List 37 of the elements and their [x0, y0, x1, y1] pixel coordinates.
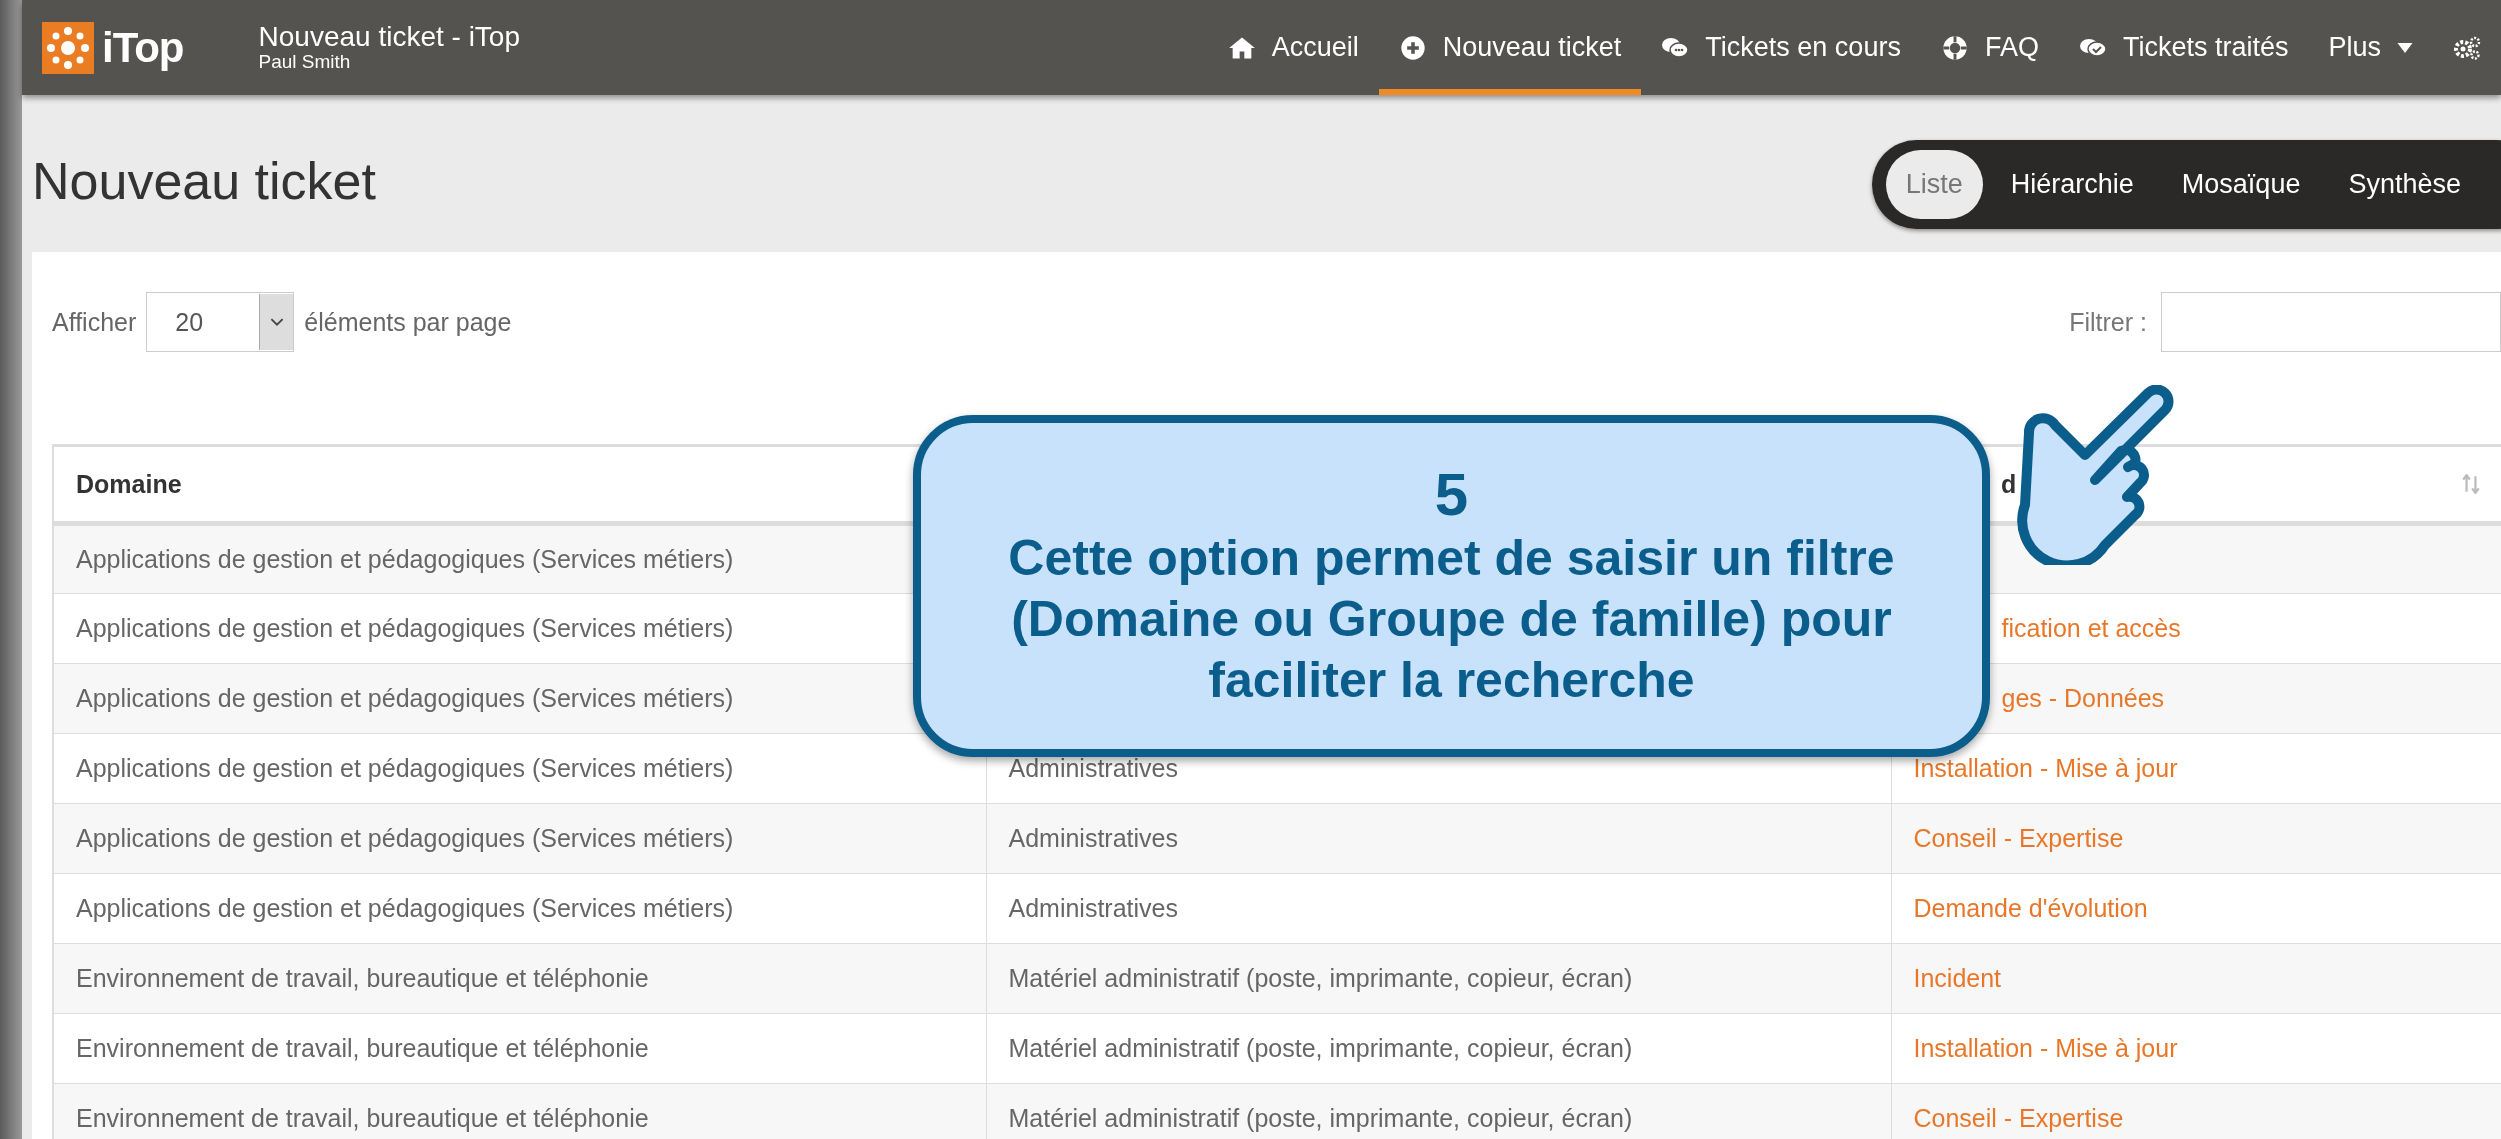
- filter-label: Filtrer :: [2069, 306, 2147, 338]
- callout-text: Cette option permet de saisir un filtre (Domaine ou Groupe de famille) pour faciliter la recherche: [1007, 528, 1896, 710]
- table-cell: Administratives: [1008, 754, 1178, 783]
- table-cell: Applications de gestion et pédagogiques (Services métiers): [76, 614, 734, 643]
- table-cell: Applications de gestion et pédagogiques (Services métiers): [76, 545, 734, 574]
- nav-tab[interactable]: Plus: [2308, 0, 2433, 95]
- column-header[interactable]: Domaine: [76, 469, 182, 498]
- table-cell: Environnement de travail, bureautique et téléphonie: [76, 964, 649, 993]
- column-header[interactable]: d: [2001, 465, 2017, 504]
- app-title: Nouveau ticket - iTop: [258, 21, 520, 53]
- nav-tab[interactable]: Nouveau ticket: [1378, 0, 1642, 95]
- nav-tab[interactable]: FAQ: [1920, 0, 2059, 95]
- table-cell: Administratives: [1008, 824, 1178, 853]
- table-cell: Applications de gestion et pédagogiques (Services métiers): [76, 894, 734, 923]
- table-cell: Applications de gestion et pédagogiques (Services métiers): [76, 754, 734, 783]
- table-cell: Applications de gestion et pédagogiques (Services métiers): [76, 684, 734, 713]
- nav-tab[interactable]: Tickets traités: [2058, 0, 2309, 95]
- view-tab[interactable]: Liste: [1885, 150, 1983, 219]
- table-cell: Matériel administratif (poste, imprimante, copieur, écran): [1008, 964, 1633, 993]
- table-cell: Applications de gestion et pédagogiques (Services métiers): [76, 824, 734, 853]
- table-cell: Environnement de travail, bureautique et téléphonie: [76, 1104, 649, 1133]
- length-label: éléments par page: [304, 306, 512, 338]
- user-name: Paul Smith: [258, 52, 352, 74]
- logo-text: iTop: [102, 23, 184, 73]
- page-length-select[interactable]: 20: [146, 292, 295, 353]
- nav-tab[interactable]: Tickets en cours: [1641, 0, 1921, 95]
- table-cell: Matériel administratif (poste, imprimante, copieur, écran): [1008, 1104, 1633, 1133]
- table-cell: Environnement de travail, bureautique et téléphonie: [76, 1034, 649, 1063]
- table-cell: Administratives: [1008, 894, 1178, 923]
- callout-number: 5: [1434, 461, 1469, 528]
- table-cell: Matériel administratif (poste, imprimante, copieur, écran): [1008, 1034, 1633, 1063]
- view-tab[interactable]: Mosaïque: [2161, 150, 2321, 219]
- view-tab[interactable]: Hiérarchie: [1990, 150, 2154, 219]
- view-tab[interactable]: Synthèse: [2328, 150, 2481, 219]
- page-title: Nouveau ticket: [32, 151, 376, 212]
- length-label: Afficher: [52, 306, 137, 338]
- nav-tab[interactable]: Accueil: [1207, 0, 1379, 95]
